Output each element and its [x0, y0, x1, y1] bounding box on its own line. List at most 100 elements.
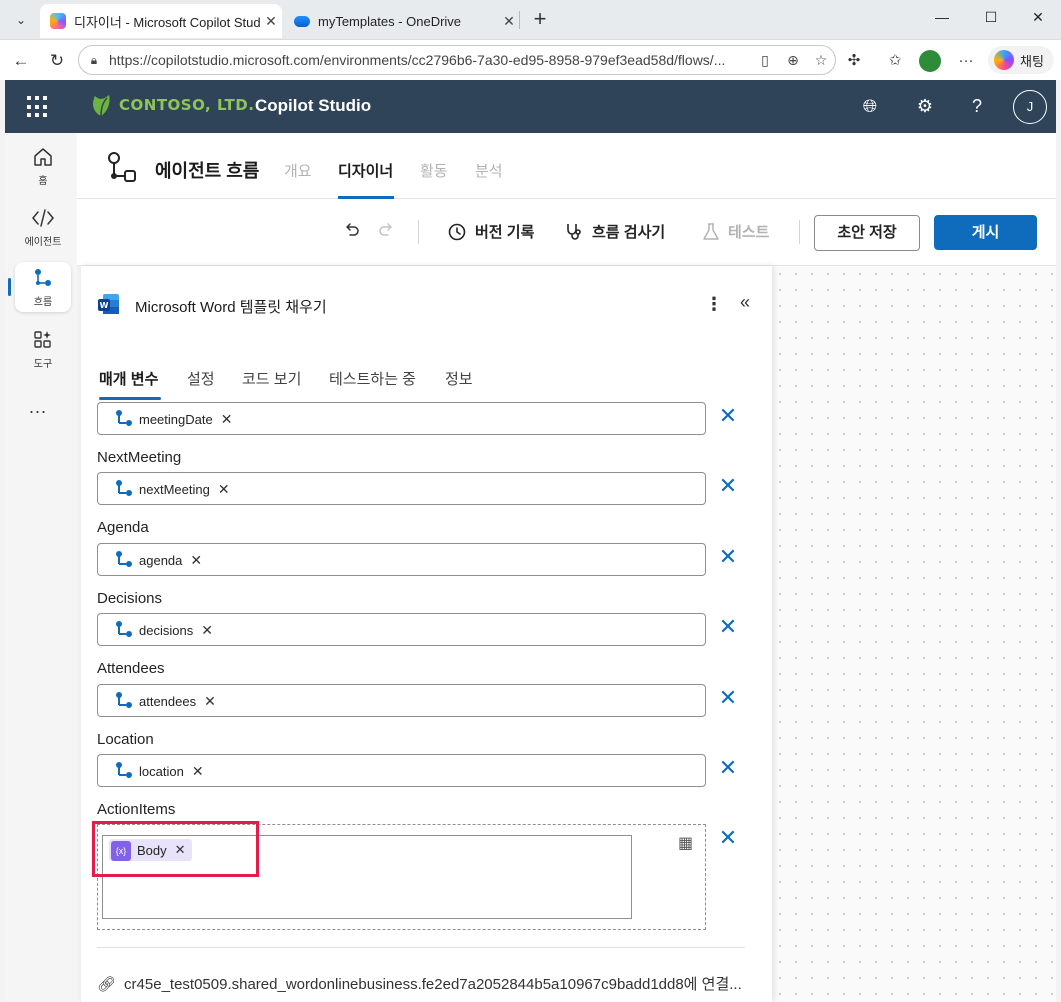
next-meeting-field[interactable]: nextMeeting ✕ [97, 472, 706, 505]
dynamic-token[interactable]: attendees ✕ [114, 691, 216, 711]
rail-item-home[interactable]: 홈 [15, 141, 71, 191]
product-name: Copilot Studio [255, 96, 372, 115]
url-text[interactable]: https://copilotstudio.microsoft.com/envi… [109, 52, 751, 68]
dynamic-token[interactable]: meetingDate ✕ [114, 409, 232, 429]
tab-designer[interactable]: 디자이너 [338, 160, 393, 181]
more-ellipsis-icon[interactable]: ... [29, 397, 47, 418]
clear-field-icon[interactable]: ✕ [718, 616, 738, 638]
agenda-field[interactable]: agenda ✕ [97, 543, 706, 576]
flow-token-icon [116, 410, 132, 426]
copilot-chat-button[interactable]: 채팅 [988, 46, 1054, 74]
designer-toolbar: 버전 기록 흐름 검사기 테스트 초안 저장 게시 [77, 199, 1056, 266]
rail-item-tools[interactable]: 도구 [15, 324, 71, 374]
remove-token-icon[interactable]: ✕ [201, 622, 213, 639]
brand-logo: CONTOSO, LTD. [89, 92, 254, 118]
reading-view-icon[interactable]: ▯ [751, 52, 779, 69]
tab-analytics[interactable]: 분석 [475, 160, 503, 181]
tab-about[interactable]: 정보 [445, 368, 473, 389]
designer-canvas[interactable] [772, 266, 1056, 1002]
clear-field-icon[interactable]: ✕ [718, 475, 738, 497]
app-launcher-icon[interactable] [27, 96, 49, 118]
highlight-annotation [92, 821, 259, 877]
new-tab-plus-icon[interactable]: + [528, 8, 552, 32]
location-field[interactable]: location ✕ [97, 754, 706, 787]
rail-item-agents[interactable]: 에이전트 [15, 202, 71, 252]
close-tab-icon[interactable]: ✕ [260, 13, 282, 30]
code-icon [32, 208, 54, 227]
dynamic-token[interactable]: decisions ✕ [114, 620, 213, 640]
environment-globe-icon[interactable]: 🌐︎ [858, 94, 882, 118]
close-window-icon[interactable]: ✕ [1026, 9, 1050, 31]
home-icon [34, 147, 52, 166]
browser-tab-copilot[interactable]: 디자이너 - Microsoft Copilot Studio ✕ [40, 4, 282, 38]
connection-text: cr45e_test0509.shared_wordonlinebusiness… [124, 976, 742, 993]
token-name: nextMeeting [139, 481, 210, 497]
publish-button[interactable]: 게시 [934, 215, 1037, 250]
save-draft-button[interactable]: 초안 저장 [814, 215, 920, 251]
clear-field-icon[interactable]: ✕ [718, 405, 738, 427]
close-tab-icon[interactable]: ✕ [498, 13, 520, 30]
flow-icon [35, 268, 51, 286]
tab-testing[interactable]: 테스트하는 중 [329, 368, 416, 389]
browser-tab-onedrive[interactable]: myTemplates - OneDrive ✕ [284, 4, 520, 38]
page-title: 에이전트 흐름 [155, 161, 260, 181]
tab-parameters[interactable]: 매개 변수 [99, 368, 158, 389]
clear-field-icon[interactable]: ✕ [718, 757, 738, 779]
undo-button[interactable] [343, 220, 369, 238]
tab-settings[interactable]: 설정 [187, 368, 215, 389]
field-label: Attendees [97, 660, 165, 677]
remove-token-icon[interactable]: ✕ [221, 411, 233, 428]
remove-token-icon[interactable]: ✕ [190, 552, 202, 569]
test-button[interactable]: 테스트 [702, 221, 769, 242]
remove-token-icon[interactable]: ✕ [218, 481, 230, 498]
attendees-field[interactable]: attendees ✕ [97, 684, 706, 717]
field-label: Location [97, 731, 154, 748]
favorite-star-icon[interactable]: ☆ [807, 52, 835, 69]
help-question-icon[interactable]: ? [965, 94, 989, 118]
browser-tabstrip: ⌄ 디자이너 - Microsoft Copilot Studio ✕ myTe… [0, 0, 1061, 40]
avatar[interactable]: J [1013, 90, 1047, 124]
version-history-button[interactable]: 버전 기록 [447, 221, 534, 242]
tab-overview[interactable]: 개요 [284, 160, 312, 181]
clear-field-icon[interactable]: ✕ [718, 546, 738, 568]
remove-token-icon[interactable]: ✕ [204, 693, 216, 710]
more-vertical-icon[interactable]: ⋮ [705, 294, 723, 315]
settings-gear-icon[interactable]: ⚙︎ [913, 94, 937, 118]
extensions-icon[interactable]: ✣ [842, 49, 866, 73]
stethoscope-icon [567, 223, 581, 240]
flow-checker-label: 흐름 검사기 [592, 224, 666, 241]
maximize-icon[interactable]: ☐ [979, 9, 1003, 31]
flow-checker-button[interactable]: 흐름 검사기 [564, 221, 665, 242]
tab-activity[interactable]: 활동 [420, 160, 448, 181]
switch-input-mode-icon[interactable]: ▦ [678, 833, 693, 853]
flow-token-icon [116, 551, 132, 567]
copilot-label: 채팅 [1020, 53, 1044, 69]
word-app-icon: W [98, 294, 119, 314]
connection-reference[interactable]: 🔗︎ cr45e_test0509.shared_wordonlinebusin… [97, 973, 757, 994]
refresh-icon[interactable]: ↻ [44, 48, 70, 74]
collapse-panel-icon[interactable]: « [740, 292, 750, 313]
page-header: 에이전트 흐름 개요 디자이너 활동 분석 [77, 133, 1056, 199]
decisions-field[interactable]: decisions ✕ [97, 613, 706, 646]
favorites-icon[interactable]: ✩ [883, 49, 907, 73]
tab-actions-chevron-icon[interactable]: ⌄ [8, 8, 34, 32]
more-menu-icon[interactable]: ··· [954, 49, 978, 73]
address-bar[interactable]: 🔒︎ https://copilotstudio.microsoft.com/e… [78, 45, 836, 75]
redo-button[interactable] [377, 220, 403, 238]
dynamic-token[interactable]: agenda ✕ [114, 550, 202, 570]
history-clock-icon [448, 223, 466, 240]
dynamic-token[interactable]: nextMeeting ✕ [114, 479, 230, 499]
clear-field-icon[interactable]: ✕ [718, 687, 738, 709]
rail-item-flows[interactable]: 흐름 [15, 262, 71, 312]
divider [97, 947, 745, 948]
remove-token-icon[interactable]: ✕ [192, 763, 204, 780]
clear-field-icon[interactable]: ✕ [718, 827, 738, 849]
site-info-lock-icon[interactable]: 🔒︎ [79, 53, 109, 68]
tab-code-view[interactable]: 코드 보기 [242, 368, 301, 389]
profile-extension-icon[interactable] [918, 49, 942, 73]
back-arrow-icon[interactable]: ← [8, 48, 34, 74]
dynamic-token[interactable]: location ✕ [114, 761, 204, 781]
minimize-icon[interactable]: — [930, 9, 954, 31]
meeting-date-field[interactable]: meetingDate ✕ [97, 402, 706, 435]
zoom-icon[interactable]: ⊕ [779, 52, 807, 69]
